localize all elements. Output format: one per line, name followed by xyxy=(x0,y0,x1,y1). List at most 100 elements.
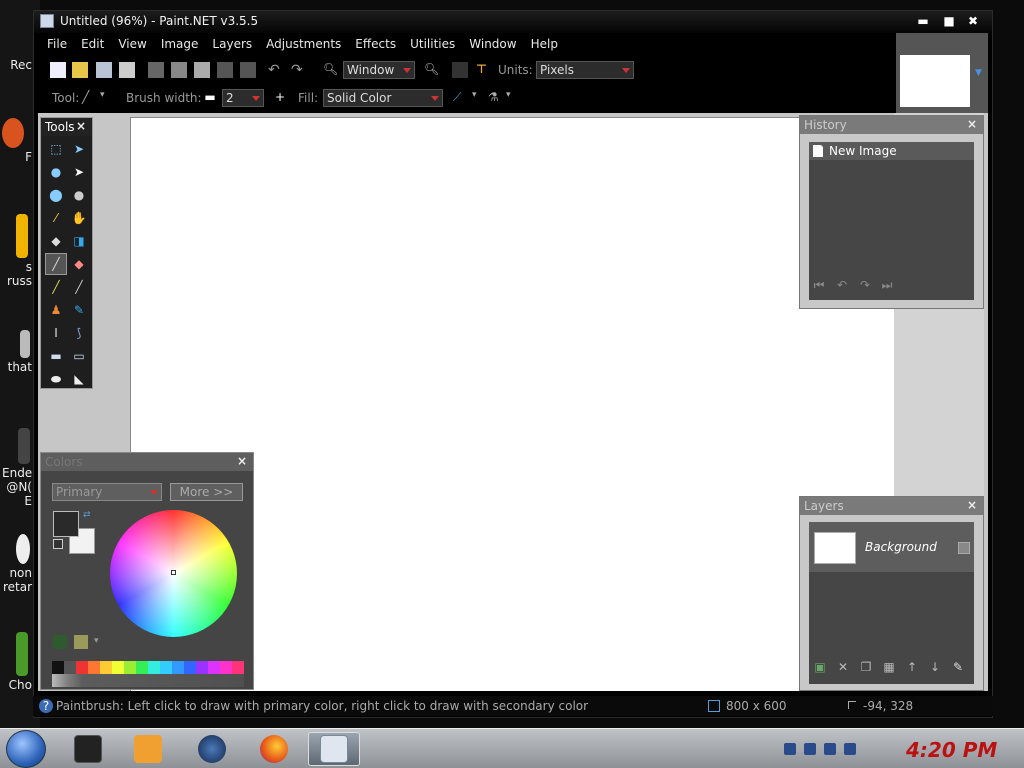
menu-adjustments[interactable]: Adjustments xyxy=(259,35,348,53)
taskbar-item-globe[interactable] xyxy=(186,732,238,766)
primary-color-swatch[interactable] xyxy=(53,511,79,537)
title-bar[interactable]: Untitled (96%) - Paint.NET v3.5.5 ▬ ■ ✖ xyxy=(34,11,992,33)
rewind-icon[interactable]: ⏮ xyxy=(811,278,827,292)
paintbrush-icon[interactable]: ╱ xyxy=(45,253,67,275)
add-layer-icon[interactable]: ▣ xyxy=(812,660,828,676)
line-curve-icon[interactable]: ⟆ xyxy=(68,322,90,344)
copy-icon[interactable] xyxy=(171,62,187,78)
layer-item[interactable]: Background xyxy=(809,522,974,572)
pencil-icon[interactable]: ╱ xyxy=(45,276,67,298)
crop-icon[interactable] xyxy=(217,62,233,78)
undo-icon[interactable]: ↶ xyxy=(268,62,284,78)
minimize-button[interactable]: ▬ xyxy=(914,13,932,29)
increase-width-icon[interactable]: + xyxy=(272,90,288,106)
add-palette-color-icon[interactable] xyxy=(53,635,67,649)
swap-colors-icon[interactable]: ⇄ xyxy=(83,510,91,520)
merge-layer-icon[interactable]: ▦ xyxy=(881,660,897,676)
paintbrush-tool-icon[interactable]: ╱ xyxy=(82,90,98,106)
duplicate-layer-icon[interactable]: ❐ xyxy=(858,660,874,676)
rectangle-shape-icon[interactable]: ▬ xyxy=(45,345,67,367)
zoom-tool-icon[interactable]: ● xyxy=(68,184,90,206)
brush-width-combo[interactable]: 2 xyxy=(222,89,264,107)
paint-bucket-icon[interactable]: ◆ xyxy=(45,230,67,252)
grid-icon[interactable] xyxy=(452,62,468,78)
chevron-down-icon[interactable]: ▾ xyxy=(472,90,488,106)
taskbar-item-paintnet[interactable] xyxy=(308,732,360,766)
zoom-combo[interactable]: Window xyxy=(343,61,415,79)
gradient-icon[interactable]: ◨ xyxy=(68,230,90,252)
fill-combo[interactable]: Solid Color xyxy=(323,89,443,107)
units-combo[interactable]: Pixels xyxy=(536,61,634,79)
color-wheel-cursor[interactable] xyxy=(171,570,176,575)
deselect-icon[interactable] xyxy=(240,62,256,78)
tray-volume-icon[interactable] xyxy=(844,743,856,755)
save-icon[interactable] xyxy=(96,62,112,78)
color-mode-select[interactable]: Primary xyxy=(52,483,162,501)
rounded-rectangle-icon[interactable]: ▭ xyxy=(68,345,90,367)
zoom-in-icon[interactable]: 🔍︎ xyxy=(424,62,440,78)
menu-layers[interactable]: Layers xyxy=(205,35,259,53)
move-selection-icon[interactable]: ➤ xyxy=(68,161,90,183)
eraser-icon[interactable]: ◆ xyxy=(68,253,90,275)
redo-history-icon[interactable]: ↷ xyxy=(857,278,873,292)
thumbnail-scroll-icon[interactable]: ▼ xyxy=(975,68,985,78)
taskbar-item-media[interactable] xyxy=(122,732,174,766)
rectangle-select-icon[interactable]: ⬚ xyxy=(45,138,67,160)
text-tool-icon[interactable]: Ⅰ xyxy=(45,322,67,344)
menu-file[interactable]: File xyxy=(40,35,74,53)
paste-icon[interactable] xyxy=(194,62,210,78)
tray-monitor-icon[interactable] xyxy=(824,743,836,755)
menu-utilities[interactable]: Utilities xyxy=(403,35,462,53)
cut-icon[interactable] xyxy=(148,62,164,78)
color-palette-row-2[interactable] xyxy=(52,674,244,687)
move-layer-down-icon[interactable]: ↓ xyxy=(927,660,943,676)
start-button[interactable] xyxy=(6,730,46,768)
layer-properties-icon[interactable]: ✎ xyxy=(950,660,966,676)
decrease-width-icon[interactable]: ▬ xyxy=(202,90,218,106)
new-file-icon[interactable] xyxy=(50,62,66,78)
chevron-down-icon[interactable]: ▾ xyxy=(506,90,522,106)
delete-layer-icon[interactable]: ✕ xyxy=(835,660,851,676)
lasso-select-icon[interactable]: ● xyxy=(45,161,67,183)
colors-panel-header[interactable]: Colors × xyxy=(41,453,253,471)
print-icon[interactable] xyxy=(119,62,135,78)
reset-colors-icon[interactable] xyxy=(53,539,63,549)
zoom-out-icon[interactable]: 🔍︎ xyxy=(323,62,339,78)
history-item[interactable]: New Image xyxy=(809,142,974,160)
antialias-icon[interactable]: ⟋ xyxy=(453,90,469,106)
menu-edit[interactable]: Edit xyxy=(74,35,111,53)
blend-mode-icon[interactable]: ⚗ xyxy=(488,90,504,106)
recolor-icon[interactable]: ♟ xyxy=(45,299,67,321)
chevron-down-icon[interactable]: ▾ xyxy=(100,90,116,106)
colors-panel-close-button[interactable]: × xyxy=(237,454,247,468)
tray-eject-icon[interactable] xyxy=(784,743,796,755)
more-colors-button[interactable]: More >> xyxy=(170,483,243,501)
move-selected-icon[interactable]: ➤ xyxy=(68,138,90,160)
clone-stamp-icon[interactable]: ╱ xyxy=(68,276,90,298)
redo-icon[interactable]: ↷ xyxy=(291,62,307,78)
ruler-icon[interactable]: ⊤ xyxy=(476,62,492,78)
ellipse-shape-icon[interactable]: ⬬ xyxy=(45,368,67,390)
history-panel-close-button[interactable]: × xyxy=(967,117,977,131)
freeform-shape-icon[interactable]: ◣ xyxy=(68,368,90,390)
menu-help[interactable]: Help xyxy=(524,35,565,53)
color-picker-icon[interactable]: ✎ xyxy=(68,299,90,321)
palette-folder-icon[interactable] xyxy=(74,635,88,649)
move-layer-up-icon[interactable]: ↑ xyxy=(904,660,920,676)
close-button[interactable]: ✖ xyxy=(964,13,982,29)
tray-network-icon[interactable] xyxy=(804,743,816,755)
menu-window[interactable]: Window xyxy=(462,35,523,53)
maximize-button[interactable]: ■ xyxy=(940,13,958,29)
pan-hand-icon[interactable]: ✋ xyxy=(68,207,90,229)
taskbar-item-firefox[interactable] xyxy=(248,732,300,766)
layers-panel-close-button[interactable]: × xyxy=(967,498,977,512)
tools-panel-close-button[interactable]: × xyxy=(76,119,86,133)
menu-image[interactable]: Image xyxy=(154,35,206,53)
history-panel-header[interactable]: History × xyxy=(800,116,983,134)
chevron-down-icon[interactable]: ▾ xyxy=(94,636,99,646)
layers-panel-header[interactable]: Layers × xyxy=(800,497,983,515)
undo-history-icon[interactable]: ↶ xyxy=(834,278,850,292)
fast-forward-icon[interactable]: ⏭ xyxy=(879,278,895,292)
menu-effects[interactable]: Effects xyxy=(348,35,403,53)
magic-wand-icon[interactable]: ⁄ xyxy=(45,207,67,229)
